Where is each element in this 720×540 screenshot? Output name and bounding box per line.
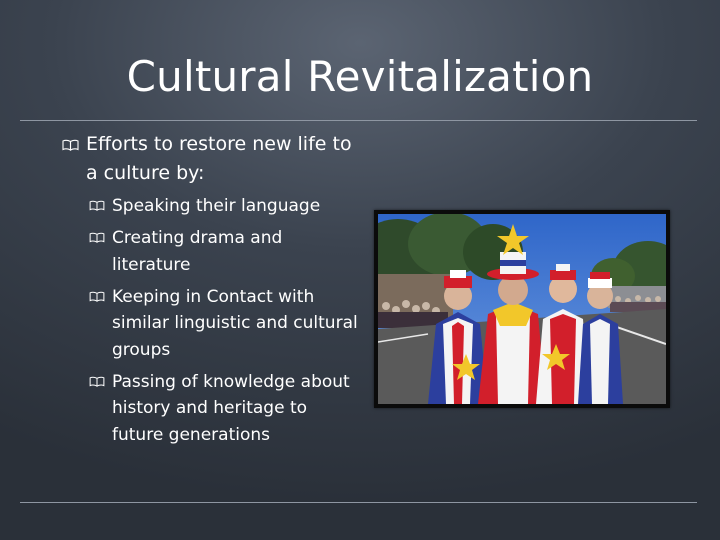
title-divider xyxy=(20,120,697,121)
festival-costumed-performers-photo xyxy=(378,214,666,404)
book-icon xyxy=(89,200,105,211)
sub-bullet-text: Passing of knowledge about history and h… xyxy=(112,371,350,445)
main-bullet-text: Efforts to restore new life to a culture… xyxy=(86,133,352,184)
main-bullet: Efforts to restore new life to a culture… xyxy=(62,130,362,188)
sub-bullet-text: Creating drama and literature xyxy=(112,228,283,275)
sub-bullet-text: Keeping in Contact with similar linguist… xyxy=(112,286,358,360)
slide-title: Cultural Revitalization xyxy=(126,52,594,101)
sub-bullet-text: Speaking their language xyxy=(112,196,321,216)
sub-bullet: Keeping in Contact with similar linguist… xyxy=(62,284,362,364)
book-icon xyxy=(62,139,79,151)
sub-bullet-list: Speaking their language Creating drama a… xyxy=(62,193,362,448)
book-icon xyxy=(89,376,105,387)
footer-divider xyxy=(20,502,697,503)
sub-bullet: Creating drama and literature xyxy=(62,225,362,278)
slide-body: Efforts to restore new life to a culture… xyxy=(62,130,362,454)
sub-bullet: Speaking their language xyxy=(62,193,362,220)
book-icon xyxy=(89,291,105,302)
festival-photo xyxy=(374,210,670,408)
sub-bullet: Passing of knowledge about history and h… xyxy=(62,369,362,449)
book-icon xyxy=(89,232,105,243)
